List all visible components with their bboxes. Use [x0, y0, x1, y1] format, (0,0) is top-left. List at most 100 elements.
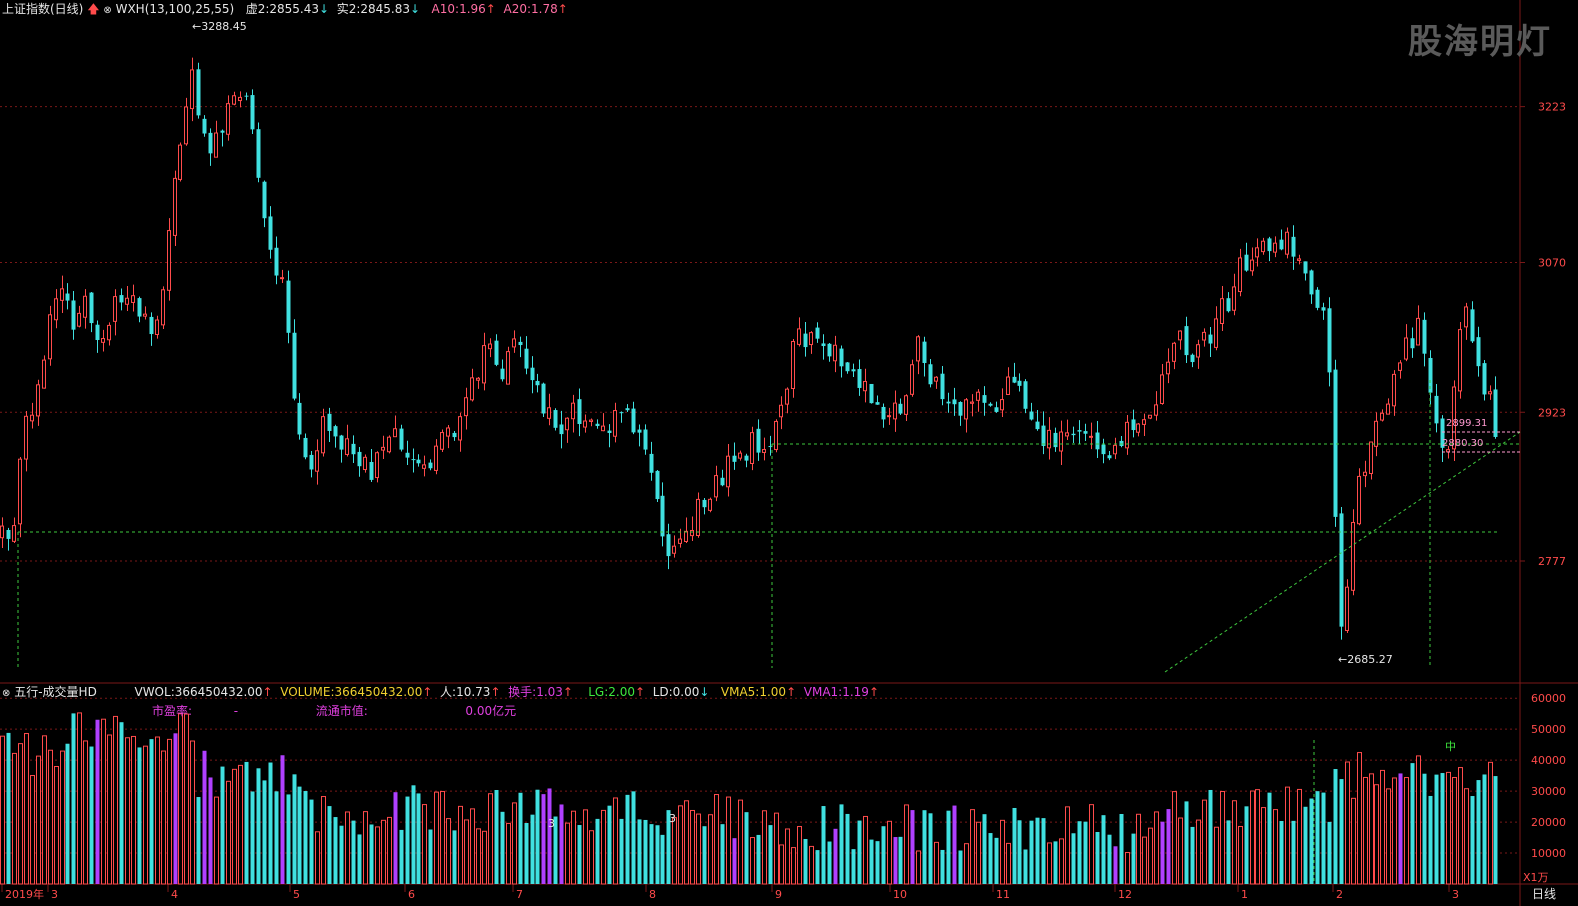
volume-bar: [1017, 820, 1022, 884]
candle-body: [565, 417, 569, 431]
stock-chart[interactable]: 3223 3070 2923 2777 60000 50000 40000 30000 2000…: [0, 0, 1578, 906]
candle-body: [714, 475, 718, 498]
candle-body: [1398, 362, 1402, 371]
candle-body: [184, 106, 188, 145]
candle-body: [881, 406, 886, 420]
volume-bar: [339, 825, 344, 884]
volume-bar: [6, 732, 11, 884]
candle-body: [131, 295, 135, 303]
candle-body: [60, 288, 64, 301]
volume-bar: [161, 750, 166, 885]
volume-bar: [601, 809, 606, 885]
lg-value: 2.00: [608, 685, 635, 699]
candle-body: [18, 458, 22, 525]
volume-bar: [910, 810, 915, 884]
volume-bar: [720, 824, 725, 884]
price-tick-label: 2923: [1538, 406, 1566, 419]
volume-bar: [1452, 777, 1457, 885]
volume-tick-label: 60000: [1531, 692, 1566, 705]
volume-title: 五行-成交量HD: [14, 685, 97, 699]
candle-body: [220, 130, 225, 133]
volume-bar: [1285, 786, 1290, 885]
volume-bar: [1208, 789, 1213, 884]
x-tick-label: 8: [649, 888, 656, 901]
volume-bar: [244, 761, 249, 884]
candle-body: [161, 289, 165, 326]
volume-bar: [309, 799, 314, 884]
x-tick-label: 5: [293, 888, 300, 901]
candle-body: [1148, 414, 1152, 419]
candle-body: [1047, 429, 1051, 449]
candle-body: [1136, 423, 1140, 433]
volume-bar: [178, 713, 183, 885]
candle-body: [1267, 238, 1272, 252]
vma5-value: 1.00: [759, 685, 787, 699]
candle-body: [1101, 444, 1106, 455]
volume-bar: [107, 734, 112, 885]
volume-bar: [565, 822, 570, 885]
candle-body: [851, 369, 856, 372]
volume-bar: [482, 830, 487, 885]
candle-body: [982, 395, 987, 403]
volume-bar: [696, 813, 701, 885]
candle-body: [779, 404, 783, 418]
volume-bar: [1273, 809, 1278, 885]
volume-bar: [690, 809, 695, 885]
indicator-circle-icon: ⊗: [103, 5, 112, 16]
candle-body: [321, 416, 325, 454]
volume-bar: [660, 834, 665, 884]
candle-body: [107, 324, 111, 341]
volume-tick-label: 10000: [1531, 847, 1566, 860]
volume-bar: [1083, 821, 1088, 884]
candle-body: [875, 402, 880, 405]
a20-label: A20:: [503, 2, 532, 16]
volume-bar: [1404, 777, 1409, 885]
volume-bar: [1261, 807, 1266, 885]
candle-body: [1309, 270, 1314, 295]
candle-body: [1184, 326, 1189, 356]
candle-body: [1196, 344, 1200, 358]
candle-body: [1250, 259, 1254, 272]
volume-bar: [821, 806, 826, 884]
candle-body: [6, 529, 11, 539]
volume-bar: [916, 850, 921, 885]
volume-tick-label: 40000: [1531, 754, 1566, 767]
volume-bar: [922, 810, 927, 884]
candle-body: [369, 461, 374, 480]
candle-body: [809, 332, 813, 346]
candle-body: [506, 351, 510, 385]
volume-tick-label: 50000: [1531, 723, 1566, 736]
candle-body: [500, 368, 505, 380]
up-arrow-icon: ↑: [557, 2, 568, 16]
candle-body: [428, 462, 433, 469]
volume-bar: [131, 735, 136, 885]
volume-bar: [559, 804, 564, 884]
ld-value: 0.00: [672, 685, 700, 699]
volume-bar: [1303, 806, 1308, 884]
candle-body: [42, 359, 46, 389]
candle-body: [976, 391, 980, 401]
volume-bar: [1440, 773, 1445, 884]
candle-body: [1208, 334, 1213, 344]
volume-bar: [363, 811, 368, 885]
volume-bar: [101, 718, 106, 885]
volume-bar: [280, 755, 285, 884]
ren-value: 10.73: [456, 685, 491, 699]
volume-bar: [577, 825, 582, 884]
volume-bar: [1327, 821, 1332, 884]
period-label: 日线: [1532, 887, 1556, 901]
watermark: 股海明灯: [1408, 22, 1552, 62]
volume-bar: [357, 834, 362, 884]
volume-bar: [589, 830, 594, 885]
candle-body: [988, 403, 993, 406]
volume-bar: [422, 804, 427, 885]
volume-bar: [274, 791, 279, 884]
volume-bar: [845, 813, 850, 884]
volume-bar: [1142, 836, 1147, 885]
candle-body: [280, 277, 284, 280]
candle-body: [738, 452, 742, 459]
volume-bar: [1172, 791, 1177, 885]
candle-body: [595, 423, 600, 427]
lg-label: LG:: [588, 685, 609, 699]
circle-icon: ⊗: [2, 688, 11, 699]
